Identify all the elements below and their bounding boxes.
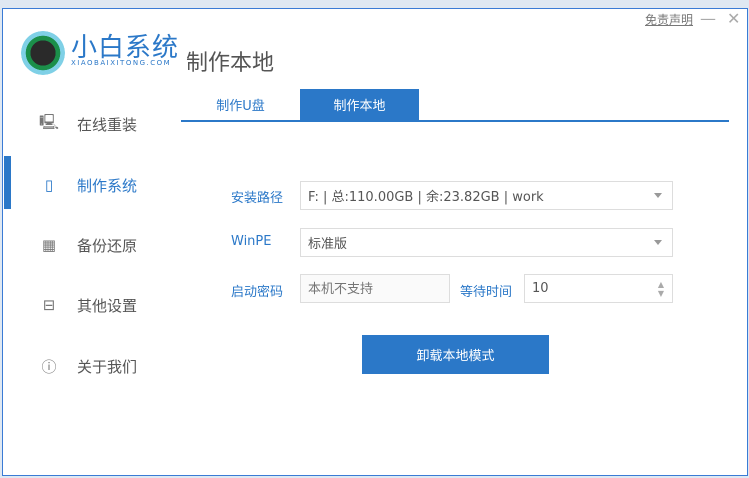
wait-time-label: 等待时间 (460, 285, 513, 300)
dropdown-arrow-icon (654, 193, 662, 198)
uninstall-local-mode-button[interactable]: 卸载本地模式 (362, 335, 549, 374)
install-path-label: 安装路径 (231, 191, 284, 206)
tab-bar: 制作U盘 制作本地 (181, 89, 729, 122)
minimize-button[interactable]: — (700, 9, 716, 28)
install-path-select[interactable]: F: | 总:110.00GB | 余:23.82GB | work (300, 181, 673, 210)
sidebar-item-label: 备份还原 (77, 236, 138, 255)
stepper-arrows-icon[interactable]: ▲ ▼ (658, 280, 664, 298)
sidebar-item-label: 在线重装 (77, 115, 138, 134)
logo-icon (21, 31, 65, 75)
install-path-value: F: | 总:110.00GB | 余:23.82GB | work (308, 190, 544, 205)
winpe-value: 标准版 (308, 237, 348, 252)
tab-make-local[interactable]: 制作本地 (300, 89, 419, 120)
winpe-label: WinPE (231, 234, 272, 249)
sidebar-item-make-system[interactable]: ▯ 制作系统 (3, 165, 173, 205)
brand-url: XIAOBAIXITONG.COM (71, 59, 172, 67)
dropdown-arrow-icon (654, 240, 662, 245)
info-icon: ⓘ (41, 357, 57, 376)
disclaimer-link[interactable]: 免责声明 (645, 11, 693, 28)
boot-password-label: 启动密码 (231, 285, 284, 300)
tab-make-usb[interactable]: 制作U盘 (181, 89, 300, 120)
usb-icon: ▯ (44, 176, 54, 194)
boot-password-input[interactable] (300, 274, 450, 303)
wait-time-stepper[interactable]: 10 ▲ ▼ (524, 274, 673, 303)
grid-icon: ▦ (41, 236, 57, 254)
app-window: 小白系统 XIAOBAIXITONG.COM 制作本地 免责声明 — ✕ 🖳 在… (2, 8, 748, 476)
briefcase-icon: ⊟ (42, 296, 56, 314)
winpe-select[interactable]: 标准版 (300, 228, 673, 257)
sidebar-item-backup-restore[interactable]: ▦ 备份还原 (3, 225, 173, 265)
sidebar-item-label: 关于我们 (77, 357, 138, 376)
wait-time-value: 10 (532, 281, 549, 296)
sidebar-item-other-settings[interactable]: ⊟ 其他设置 (3, 285, 173, 325)
sidebar-item-label: 制作系统 (77, 176, 138, 195)
close-button[interactable]: ✕ (727, 9, 740, 28)
sidebar-item-online-reinstall[interactable]: 🖳 在线重装 (3, 104, 173, 144)
monitor-icon: 🖳 (39, 112, 60, 131)
page-title: 制作本地 (186, 51, 275, 76)
sidebar-item-label: 其他设置 (77, 296, 138, 315)
sidebar-item-about[interactable]: ⓘ 关于我们 (3, 346, 173, 386)
